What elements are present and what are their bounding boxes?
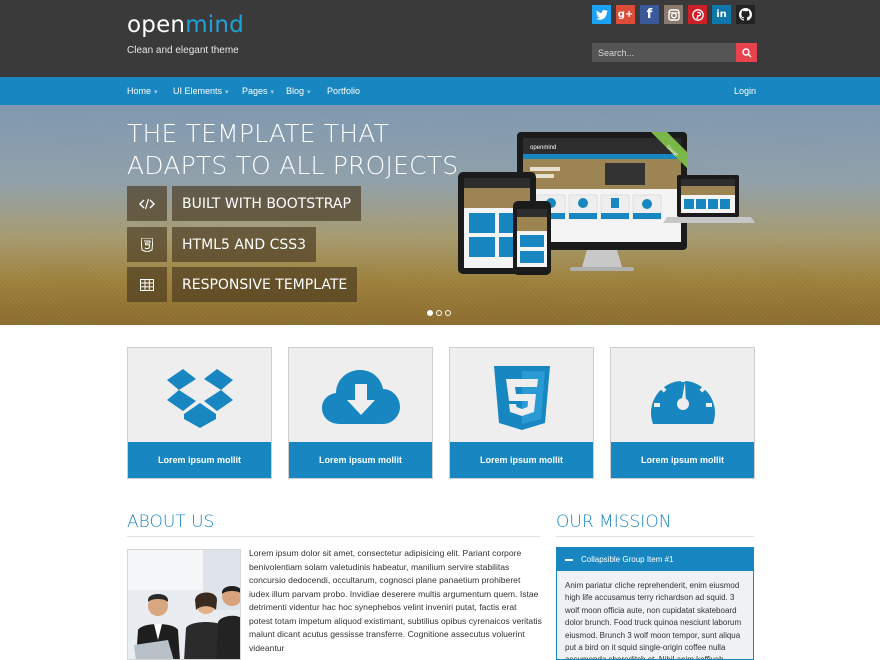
about-text: Lorem ipsum dolor sit amet, consectetur … bbox=[249, 548, 542, 653]
slider-dot-1[interactable] bbox=[427, 310, 433, 316]
accordion-body-item-1: Anim pariatur cliche reprehenderit, enim… bbox=[557, 571, 753, 659]
mission-accordion: Collapsible Group Item #1 Anim pariatur … bbox=[556, 547, 754, 660]
nav-label: Blog bbox=[286, 86, 305, 96]
hero-slider: THE TEMPLATE THAT ADAPTS TO ALL PROJECTS… bbox=[0, 105, 880, 325]
nav-label: Home bbox=[127, 86, 152, 96]
accordion-header-label: Collapsible Group Item #1 bbox=[581, 555, 674, 564]
nav-item-ui-elements[interactable]: UI Elements ▾ bbox=[173, 86, 229, 96]
mission-title: OUR MISSION bbox=[556, 512, 672, 532]
html5-icon bbox=[127, 227, 167, 262]
social-links: g+ f in bbox=[592, 5, 755, 24]
facebook-icon[interactable]: f bbox=[640, 5, 659, 24]
feature-box-cloud-download[interactable]: Lorem ipsum mollit bbox=[288, 347, 433, 479]
nav-label: Pages bbox=[242, 86, 268, 96]
google-plus-icon[interactable]: g+ bbox=[616, 5, 635, 24]
responsive-devices-illustration: openmind Great! bbox=[458, 132, 755, 275]
code-icon bbox=[127, 186, 167, 221]
twitter-icon[interactable] bbox=[592, 5, 611, 24]
search-icon bbox=[741, 47, 752, 58]
chevron-down-icon: ▾ bbox=[307, 89, 311, 96]
feature-box-html5[interactable]: Lorem ipsum mollit bbox=[449, 347, 594, 479]
logo-text-mind: mind bbox=[185, 12, 244, 38]
main-nav: Home ▾ UI Elements ▾ Pages ▾ Blog ▾ Portfoli… bbox=[0, 77, 880, 105]
about-divider bbox=[127, 536, 540, 537]
logo-text-open: open bbox=[127, 12, 186, 38]
nav-item-blog[interactable]: Blog ▾ bbox=[286, 86, 311, 96]
accordion-header-item-1[interactable]: Collapsible Group Item #1 bbox=[557, 548, 753, 571]
hero-feature-label: HTML5 AND CSS3 bbox=[172, 227, 317, 262]
search-input[interactable] bbox=[592, 43, 736, 62]
collapse-icon bbox=[565, 558, 573, 561]
feature-box-dropbox[interactable]: Lorem ipsum mollit bbox=[127, 347, 272, 479]
dashboard-icon bbox=[611, 358, 754, 438]
pinterest-icon[interactable] bbox=[688, 5, 707, 24]
slider-dots bbox=[427, 310, 451, 316]
nav-label: Portfolio bbox=[327, 86, 361, 96]
nav-item-pages[interactable]: Pages ▾ bbox=[242, 86, 274, 96]
mission-divider bbox=[556, 536, 754, 537]
nav-label: UI Elements bbox=[173, 86, 223, 96]
feature-box-dashboard[interactable]: Lorem ipsum mollit bbox=[610, 347, 755, 479]
login-link[interactable]: Login bbox=[734, 86, 756, 96]
feature-box-label: Lorem ipsum mollit bbox=[611, 442, 754, 478]
search-button[interactable] bbox=[736, 43, 757, 62]
about-team-photo bbox=[127, 549, 241, 660]
device-logo-text: openmind bbox=[530, 145, 556, 151]
slider-dot-3[interactable] bbox=[445, 310, 451, 316]
about-title: ABOUT US bbox=[127, 512, 215, 532]
site-logo[interactable]: openmind bbox=[127, 12, 244, 38]
feature-box-label: Lorem ipsum mollit bbox=[450, 442, 593, 478]
linkedin-icon[interactable]: in bbox=[712, 5, 731, 24]
feature-box-label: Lorem ipsum mollit bbox=[289, 442, 432, 478]
chevron-down-icon: ▾ bbox=[270, 89, 275, 96]
hero-title-line1: THE TEMPLATE THAT bbox=[127, 119, 390, 148]
slider-dot-2[interactable] bbox=[436, 310, 442, 316]
dropbox-icon bbox=[128, 358, 271, 438]
feature-box-label: Lorem ipsum mollit bbox=[128, 442, 271, 478]
hero-feature-label: BUILT WITH BOOTSTRAP bbox=[172, 186, 361, 221]
chevron-down-icon: ▾ bbox=[225, 89, 229, 96]
html5-icon bbox=[450, 358, 593, 438]
site-header: openmind Clean and elegant theme g+ f in bbox=[0, 0, 880, 77]
cloud-download-icon bbox=[289, 358, 432, 438]
github-icon[interactable] bbox=[736, 5, 755, 24]
nav-item-home[interactable]: Home ▾ bbox=[127, 86, 158, 96]
table-icon bbox=[127, 267, 167, 302]
instagram-icon[interactable] bbox=[664, 5, 683, 24]
hero-feature-label: RESPONSIVE TEMPLATE bbox=[172, 267, 358, 302]
site-tagline: Clean and elegant theme bbox=[127, 45, 239, 56]
chevron-down-icon: ▾ bbox=[154, 89, 158, 96]
nav-item-portfolio[interactable]: Portfolio bbox=[327, 86, 360, 96]
hero-title-line2: ADAPTS TO ALL PROJECTS bbox=[127, 151, 459, 180]
